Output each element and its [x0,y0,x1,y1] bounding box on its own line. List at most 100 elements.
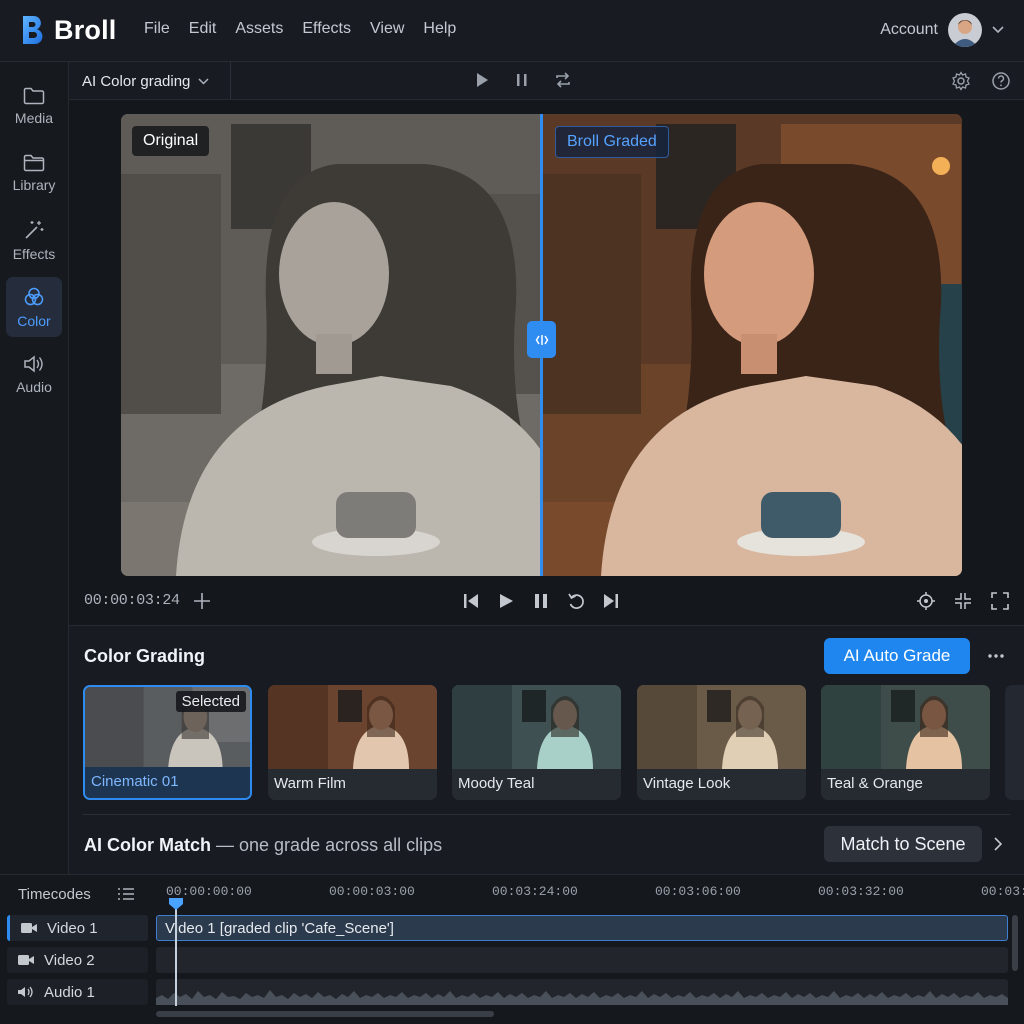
audio-1-track[interactable] [156,979,1008,1005]
menu-file[interactable]: File [144,20,170,38]
original-scene-image [121,114,541,576]
sidebar-item-label: Effects [12,245,56,262]
chevron-right-icon[interactable] [993,836,1003,852]
transport-controls [462,591,620,611]
menu-effects[interactable]: Effects [302,20,351,38]
preset-warm-film[interactable]: Warm Film [268,685,437,800]
ai-color-match-desc: — one grade across all clips [211,835,443,855]
fullscreen-icon[interactable] [990,591,1010,611]
preset-vintage-look[interactable]: Vintage Look [637,685,806,800]
skip-back-icon[interactable] [462,591,480,611]
help-icon[interactable] [991,71,1011,91]
replay-icon[interactable] [567,591,585,611]
playhead-line[interactable] [175,904,177,1006]
more-options-icon[interactable] [986,646,1006,666]
playhead-knob[interactable] [168,897,184,911]
panel-divider [83,814,1010,815]
sidebar: Media Library Effects Color Audio [0,62,69,874]
split-handle[interactable] [527,321,556,358]
color-circles-icon [23,286,45,308]
target-icon[interactable] [916,591,936,611]
view-controls [916,591,1010,611]
header-right-controls [951,71,1011,91]
top-bar: Broll File Edit Assets Effects View Help… [0,0,1024,62]
track-label-audio-1[interactable]: Audio 1 [7,979,148,1005]
viewer-header: AI Color grading [69,62,1024,100]
preset-thumbnail [452,685,621,769]
ruler-tick-label: 00:00:03:00 [329,884,415,899]
account-label: Account [880,21,938,38]
ruler-tick-label: 00:03:32:00 [818,884,904,899]
ruler-tick-label: 00:03: [981,884,1024,899]
skip-forward-icon[interactable] [602,591,620,611]
graded-scene-image [541,114,962,576]
chevron-down-icon[interactable] [992,26,1004,34]
preset-label: Vintage Look [637,769,806,800]
graded-video-clip[interactable]: Video 1 [graded clip 'Cafe_Scene'] [156,915,1008,941]
selected-badge: Selected [175,691,246,712]
ai-color-match-text: AI Color Match — one grade across all cl… [84,835,442,856]
list-icon[interactable] [117,886,135,902]
folder-icon [23,87,45,105]
graded-preview: Broll Graded [541,114,962,576]
preset-label: Cinematic 01 [85,767,250,798]
match-to-scene-button[interactable]: Match to Scene [824,826,982,862]
menu-edit[interactable]: Edit [189,20,217,38]
pause-icon[interactable] [513,71,531,89]
sidebar-item-audio[interactable]: Audio [6,344,62,404]
sidebar-item-color[interactable]: Color [6,277,62,337]
crop-icon[interactable] [953,591,973,611]
gear-icon[interactable] [951,71,971,91]
sidebar-item-effects[interactable]: Effects [6,210,62,270]
current-timecode: 00:00:03:24 [84,592,180,609]
track-label-video-2[interactable]: Video 2 [7,947,148,973]
ai-auto-grade-button[interactable]: AI Auto Grade [824,638,970,674]
play-icon[interactable] [473,71,491,89]
timeline-vertical-scrollbar[interactable] [1012,915,1018,971]
preset-thumbnail [268,685,437,769]
sidebar-item-library[interactable]: Library [6,143,62,203]
track-name: Audio 1 [44,983,95,1001]
menu-help[interactable]: Help [423,20,456,38]
grading-mode-dropdown[interactable]: AI Color grading [69,62,231,100]
avatar[interactable] [948,13,982,47]
add-marker-icon[interactable] [192,591,212,611]
preset-label: Teal & Orange [821,769,990,800]
loop-icon[interactable] [553,71,573,89]
graded-tag: Broll Graded [555,126,669,158]
original-tag: Original [132,126,210,156]
timeline-title: Timecodes [18,886,91,903]
timeline-ruler[interactable]: 00:00:00:00 00:00:03:00 00:03:24:00 00:0… [156,884,1024,904]
app-logo[interactable]: Broll [20,14,117,46]
grading-mode-label: AI Color grading [82,72,191,90]
account-menu[interactable]: Account [880,13,1004,47]
video-camera-icon [20,922,38,934]
app-name: Broll [54,14,117,45]
menu-assets[interactable]: Assets [235,20,283,38]
broll-logo-icon [20,14,46,46]
play-icon[interactable] [497,591,515,611]
preset-teal-orange[interactable]: Teal & Orange [821,685,990,800]
pause-icon[interactable] [532,591,550,611]
preset-moody-teal[interactable]: Moody Teal [452,685,621,800]
ruler-tick-label: 00:03:24:00 [492,884,578,899]
magic-wand-icon [23,219,45,241]
menu-view[interactable]: View [370,20,404,38]
preset-list: Selected Cinematic 01 Warm Film Moody Te… [83,685,1024,801]
ruler-tick-label: 00:03:06:00 [655,884,741,899]
split-preview[interactable]: Original Broll Graded [121,114,962,576]
speaker-icon [23,354,45,374]
video-2-track[interactable] [156,947,1008,973]
split-drag-icon [535,333,549,347]
sidebar-item-label: Color [17,312,51,329]
preset-cinematic-01[interactable]: Selected Cinematic 01 [83,685,252,800]
track-label-video-1[interactable]: Video 1 [7,915,148,941]
preset-overflow[interactable] [1005,685,1024,800]
ai-color-match-title: AI Color Match [84,835,212,855]
chevron-down-icon [198,77,209,85]
timeline-horizontal-scrollbar[interactable] [156,1011,494,1017]
sidebar-item-media[interactable]: Media [6,76,62,136]
sidebar-item-label: Audio [16,378,52,395]
track-name: Video 1 [47,919,98,937]
preset-thumbnail [637,685,806,769]
